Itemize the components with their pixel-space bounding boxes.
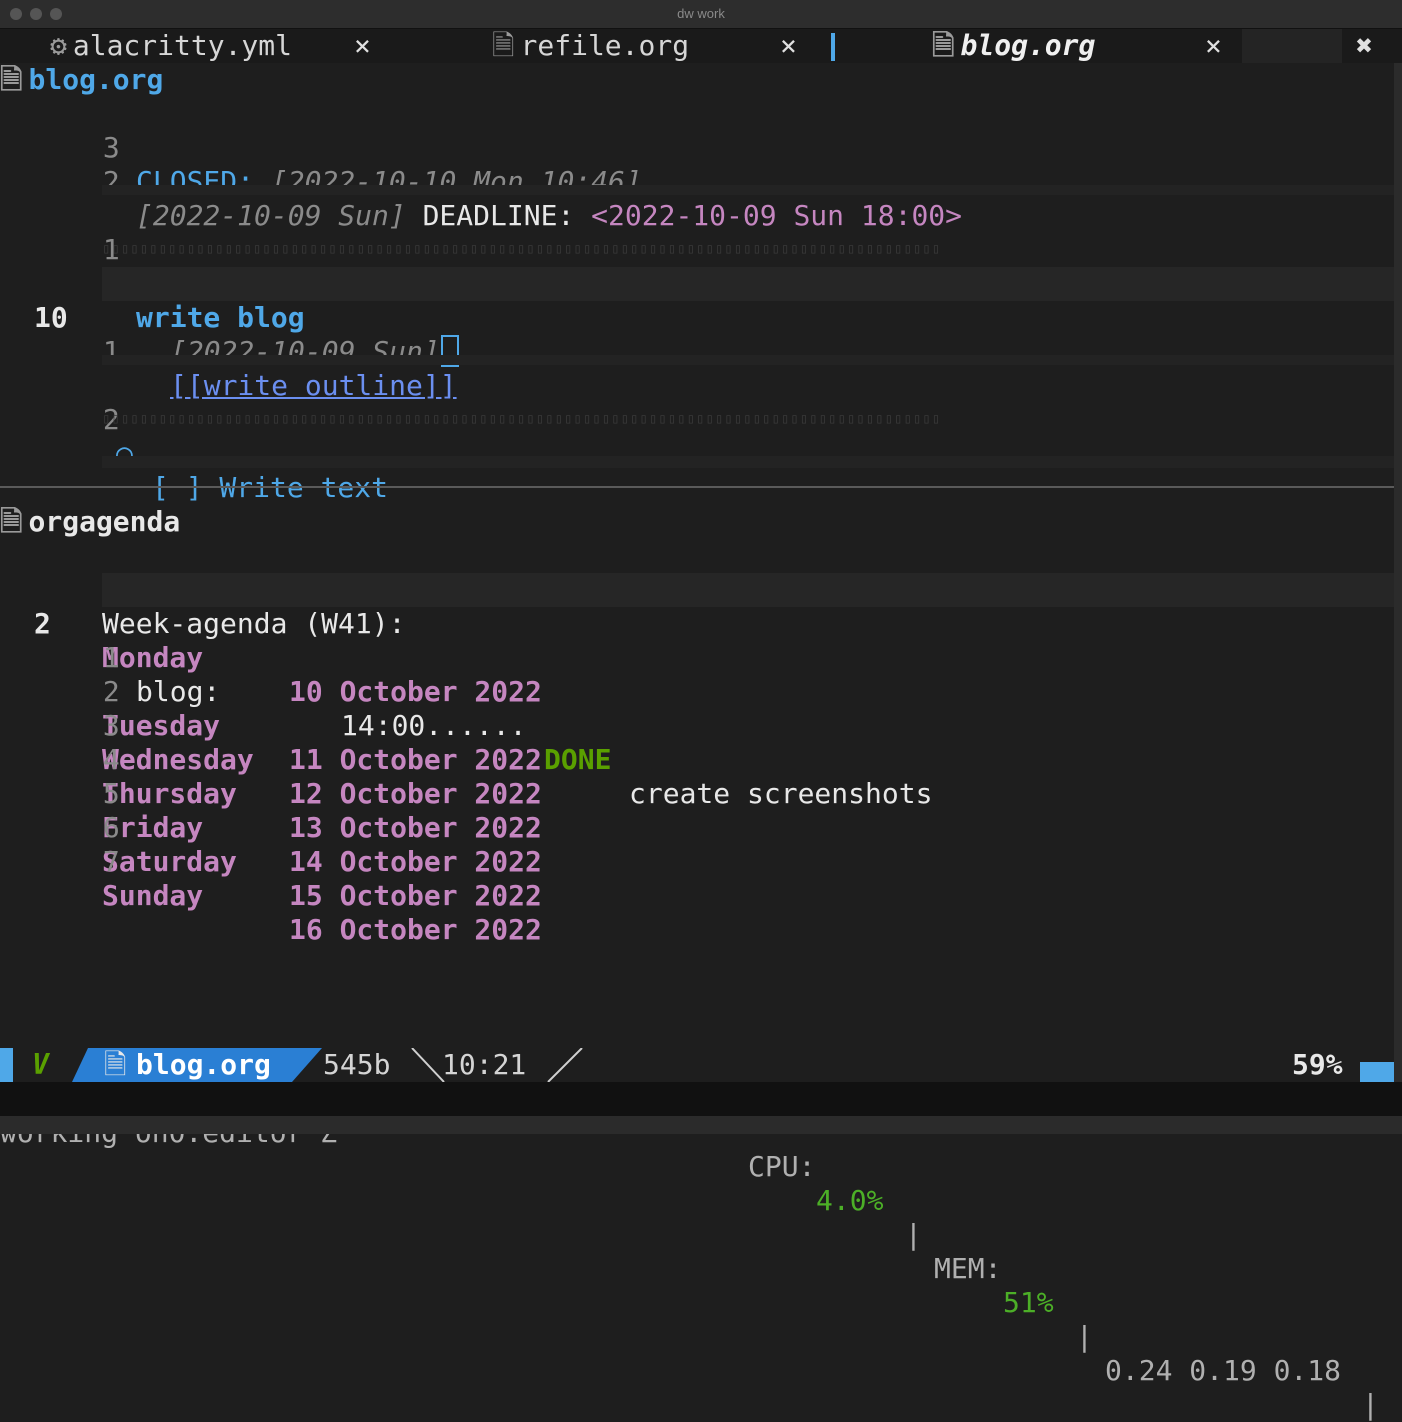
agenda-file-header: 🗎 orgagenda bbox=[0, 505, 180, 539]
modeline: V 🗎 blog.org 545b 10:21 59% bbox=[0, 1048, 1394, 1082]
mem-label: MEM: bbox=[934, 1252, 1002, 1285]
editor-filename: blog.org bbox=[28, 63, 164, 96]
tab-separator bbox=[831, 33, 835, 61]
cpu-label: CPU: bbox=[748, 1150, 816, 1183]
agenda-day-line[interactable]: 7 Sunday 16 October 2022 bbox=[0, 811, 542, 946]
agenda-entry-state: DONE bbox=[544, 743, 612, 776]
modeline-filename: blog.org bbox=[136, 1048, 271, 1081]
file-icon: 🗎 bbox=[0, 505, 23, 538]
todo-heading: [ ] Write text bbox=[152, 471, 389, 504]
current-line-highlight bbox=[102, 573, 1394, 607]
tab-bar: ⚙ alacritty.yml × 🗎 refile.org × 🗎 blog.org… bbox=[0, 29, 1402, 63]
modeline-filesize: 545b bbox=[323, 1048, 391, 1081]
tab-label: alacritty.yml bbox=[72, 29, 293, 62]
modeline-position: 10:21 bbox=[442, 1048, 527, 1081]
tab-filler bbox=[1242, 29, 1342, 63]
timestamp: [2022-10-09 Sun] bbox=[136, 199, 406, 232]
agenda-day-line[interactable]: 6 Saturday 15 October 2022 bbox=[0, 777, 542, 912]
modeline-percent: 59% bbox=[1292, 1048, 1343, 1081]
deadline-date: <2022-10-09 Sun 18:00> bbox=[591, 199, 963, 232]
agenda-day-name: Sunday bbox=[102, 879, 204, 912]
window-border bbox=[1394, 29, 1402, 1116]
heading-padding bbox=[102, 456, 1394, 468]
agenda-entry-line[interactable]: 1 blog: 14:00...... DONE create screensh… bbox=[0, 607, 933, 810]
agenda-day-line[interactable]: 5 Friday 14 October 2022 bbox=[0, 743, 542, 878]
editor-line[interactable]: 3 CLOSED: [2022-10-10 Mon 10:46] bbox=[0, 97, 642, 198]
agenda-entry-time: 14:00...... bbox=[341, 709, 527, 742]
editor-line-current[interactable]: 10 [2022-10-09 Sun] bbox=[0, 267, 459, 368]
agenda-day-name: Thursday bbox=[102, 777, 237, 810]
current-line-number: 2 bbox=[34, 607, 51, 640]
deadline-keyword: DEADLINE: bbox=[422, 199, 575, 232]
tab-close-button[interactable]: × bbox=[780, 29, 797, 63]
file-icon: 🗎 bbox=[932, 29, 955, 62]
heading-padding bbox=[102, 355, 1394, 365]
agenda-day-date: 10 October 2022 bbox=[289, 675, 542, 708]
agenda-day-date: 14 October 2022 bbox=[289, 845, 542, 878]
status-separator: | bbox=[1076, 1320, 1093, 1353]
mem-value: 51% bbox=[1003, 1286, 1054, 1319]
file-icon: 🗎 bbox=[0, 63, 23, 96]
agenda-day-line[interactable]: 2 Monday 10 October 2022 bbox=[0, 573, 542, 708]
agenda-entry-text: create screenshots bbox=[629, 777, 933, 810]
status-separator: | bbox=[1362, 1388, 1379, 1421]
window-split-divider[interactable] bbox=[0, 486, 1394, 488]
agenda-header-line[interactable]: 1 Week-agenda (W41): bbox=[0, 539, 405, 640]
line-number: 3 bbox=[102, 709, 120, 742]
heading-padding bbox=[102, 185, 1394, 195]
tab-close-button[interactable]: × bbox=[1205, 29, 1222, 63]
status-separator: | bbox=[905, 1218, 922, 1251]
tab-label: blog.org bbox=[960, 29, 1096, 62]
window-bottom-border bbox=[0, 1116, 1402, 1134]
line-number: 7 bbox=[102, 845, 120, 878]
current-line-number: 10 bbox=[34, 301, 68, 334]
agenda-day-line[interactable]: 4 Thursday 13 October 2022 bbox=[0, 709, 542, 844]
line-number: 5 bbox=[102, 777, 120, 810]
line-number: 2 bbox=[102, 675, 120, 708]
line-number: 3 bbox=[102, 131, 120, 164]
load-average: 0.24 0.19 0.18 bbox=[1105, 1354, 1342, 1387]
evil-mode-indicator: V bbox=[32, 1048, 49, 1081]
file-icon: 🗎 bbox=[492, 29, 515, 62]
cpu-value: 4.0% bbox=[816, 1184, 884, 1217]
current-line-highlight bbox=[102, 267, 1394, 301]
line-number: 1 bbox=[102, 641, 120, 674]
window-title: dw work bbox=[677, 6, 725, 21]
heading-separator: ▯▯▯▯▯▯▯▯▯▯▯▯▯▯▯▯▯▯▯▯▯▯▯▯▯▯▯▯▯▯▯▯▯▯▯▯▯▯▯▯… bbox=[102, 411, 942, 427]
agenda-day-line[interactable]: 2 Tuesday 11 October 2022 bbox=[0, 641, 542, 776]
close-all-tabs-button[interactable]: ✖ bbox=[1356, 29, 1373, 63]
tab-refile[interactable]: 🗎 refile.org bbox=[492, 29, 689, 63]
agenda-header: Week-agenda (W41): bbox=[102, 607, 406, 640]
editor-line[interactable]: 1 ◉ write blog bbox=[0, 199, 305, 334]
agenda-day-date: 13 October 2022 bbox=[289, 811, 542, 844]
agenda-filename: orgagenda bbox=[28, 505, 181, 538]
org-link[interactable]: [[write outline]] bbox=[170, 369, 457, 403]
agenda-day-date: 15 October 2022 bbox=[289, 879, 542, 912]
editor-file-header: 🗎 blog.org bbox=[0, 63, 163, 97]
window-titlebar: dw work bbox=[0, 0, 1402, 29]
line-number: 4 bbox=[102, 743, 120, 776]
agenda-day-date: 16 October 2022 bbox=[289, 913, 542, 946]
agenda-day-name: Wednesday bbox=[102, 743, 254, 776]
editor-line[interactable]: 2 ○ [ ] Write text bbox=[0, 369, 388, 504]
tmux-status-bar: working on0:editor*Z CPU: 4.0% | MEM: 51… bbox=[0, 1082, 1402, 1421]
tab-label: refile.org bbox=[520, 29, 690, 62]
agenda-day-name: Saturday bbox=[102, 845, 237, 878]
agenda-day-date: 12 October 2022 bbox=[289, 777, 542, 810]
heading-separator: ▯▯▯▯▯▯▯▯▯▯▯▯▯▯▯▯▯▯▯▯▯▯▯▯▯▯▯▯▯▯▯▯▯▯▯▯▯▯▯▯… bbox=[102, 241, 942, 257]
line-number: 6 bbox=[102, 811, 120, 844]
tab-blog[interactable]: 🗎 blog.org bbox=[932, 29, 1095, 63]
tab-alacritty[interactable]: ⚙ alacritty.yml bbox=[50, 29, 292, 63]
file-icon: 🗎 bbox=[104, 1048, 127, 1081]
editor-line[interactable]: 1 [[write outline]] bbox=[0, 301, 457, 402]
gear-icon: ⚙ bbox=[50, 29, 67, 62]
agenda-day-date: 11 October 2022 bbox=[289, 743, 542, 776]
heading-title: write blog bbox=[136, 301, 305, 334]
tab-close-button[interactable]: × bbox=[354, 29, 371, 63]
editor-line[interactable]: 2 [2022-10-09 Sun] DEADLINE: <2022-10-09… bbox=[0, 131, 962, 232]
agenda-entry-category: blog: bbox=[136, 675, 221, 708]
agenda-day-line[interactable]: 3 Wednesday 12 October 2022 bbox=[0, 675, 542, 810]
